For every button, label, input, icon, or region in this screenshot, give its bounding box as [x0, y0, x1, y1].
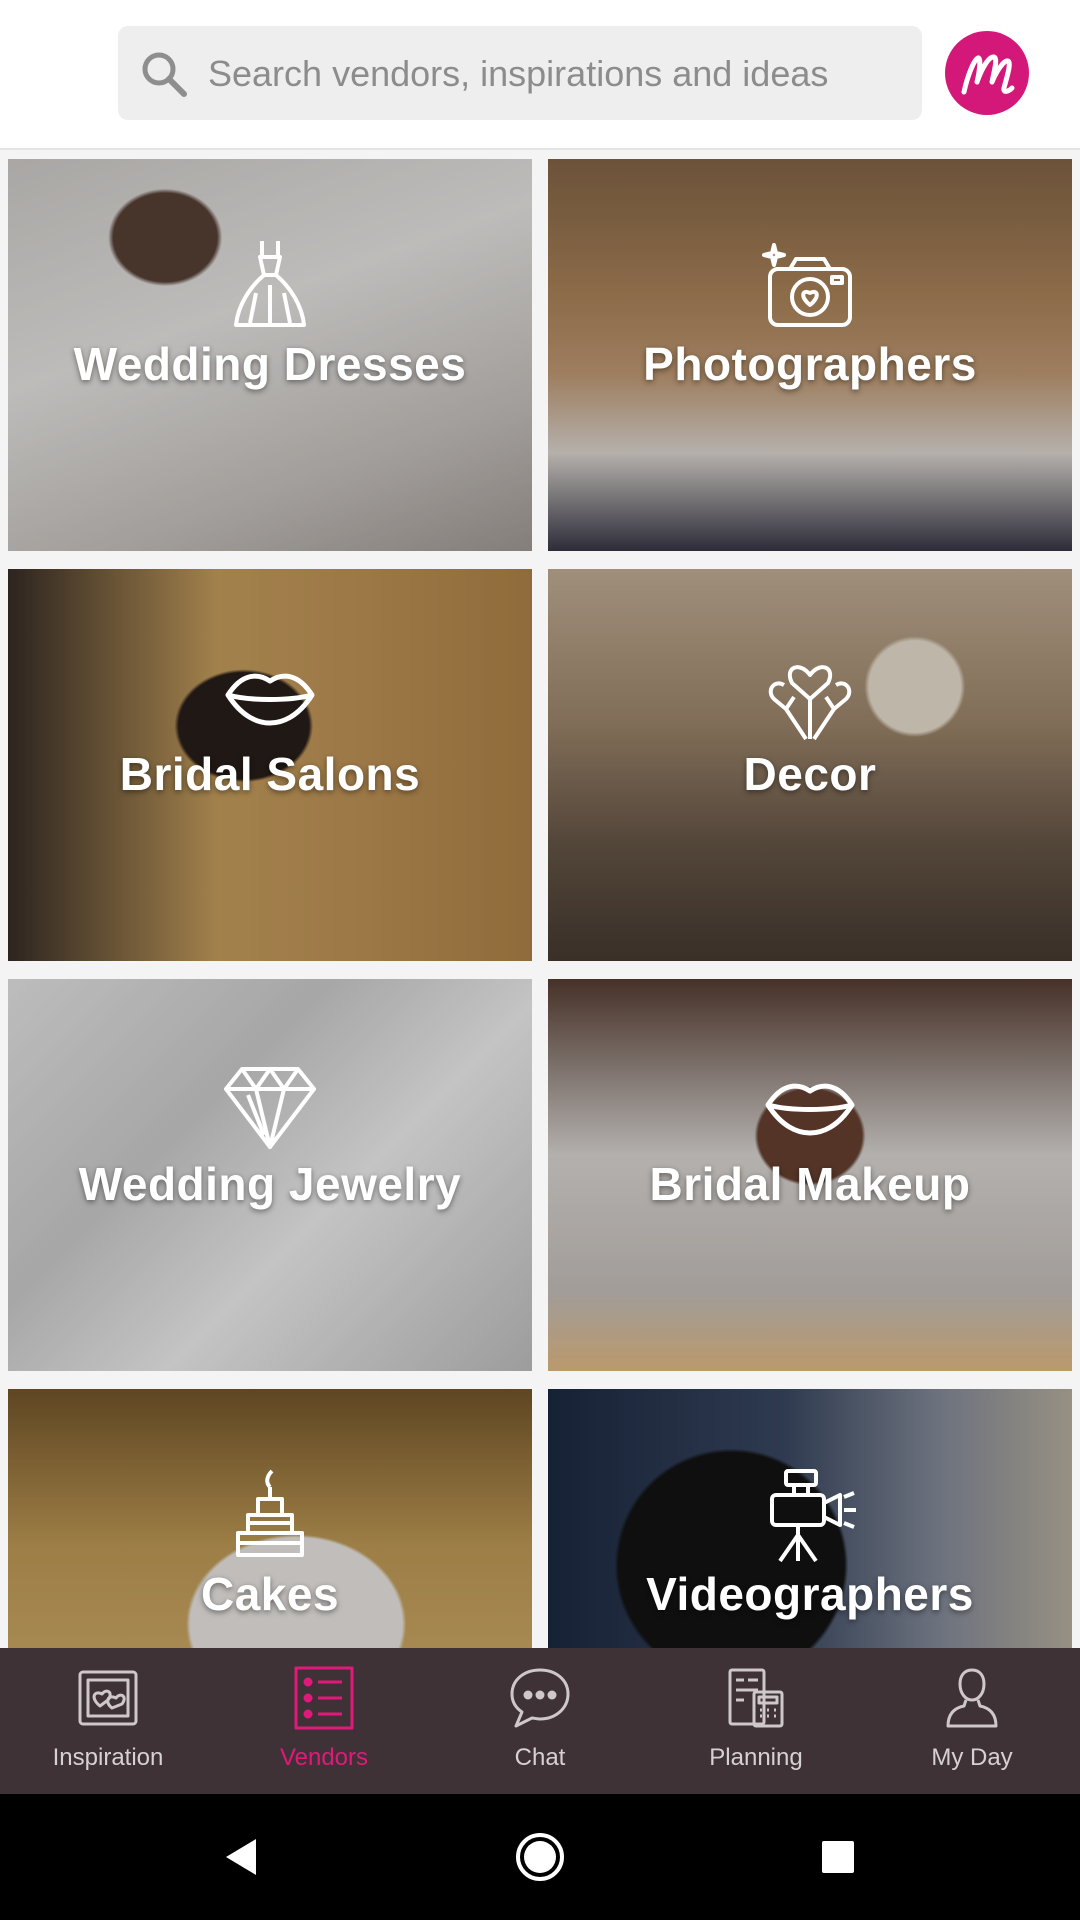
- category-tile-videographers[interactable]: Videographers: [548, 1389, 1072, 1648]
- nav-item-vendors[interactable]: Vendors: [216, 1648, 432, 1794]
- video-camera-icon: [770, 1469, 856, 1563]
- category-tile-photographers[interactable]: Photographers: [548, 159, 1072, 551]
- brand-logo[interactable]: [944, 30, 1030, 116]
- nav-label: My Day: [931, 1744, 1013, 1771]
- category-tile-wedding-jewelry[interactable]: Wedding Jewelry: [8, 979, 532, 1371]
- category-tile-bridal-salons[interactable]: Bridal Salons: [8, 569, 532, 961]
- search-input[interactable]: [206, 26, 910, 122]
- category-tile-cakes[interactable]: Cakes: [8, 1389, 532, 1648]
- search-icon: [142, 52, 187, 97]
- vendors-list-icon: [294, 1666, 354, 1730]
- profile-icon: [946, 1668, 998, 1728]
- category-label: Photographers: [643, 338, 977, 390]
- category-label: Bridal Makeup: [649, 1158, 971, 1210]
- nav-label: Vendors: [279, 1744, 369, 1771]
- camera-icon: [762, 243, 852, 327]
- balloons-icon: [768, 665, 852, 741]
- lips-icon: [225, 673, 315, 726]
- nav-label: Inspiration: [52, 1744, 164, 1771]
- category-label: Wedding Jewelry: [78, 1158, 462, 1210]
- category-tile-wedding-dresses[interactable]: Wedding Dresses: [8, 159, 532, 551]
- recents-icon[interactable]: [808, 1827, 868, 1887]
- dress-icon: [234, 241, 306, 327]
- back-icon[interactable]: [212, 1827, 272, 1887]
- nav-label: Planning: [709, 1744, 803, 1771]
- category-label: Bridal Salons: [119, 748, 421, 800]
- category-tile-bridal-makeup[interactable]: Bridal Makeup: [548, 979, 1072, 1371]
- lips-icon: [765, 1083, 855, 1136]
- home-icon[interactable]: [510, 1827, 570, 1887]
- nav-item-inspiration[interactable]: Inspiration: [0, 1648, 216, 1794]
- nav-item-chat[interactable]: Chat: [432, 1648, 648, 1794]
- category-label: Cakes: [200, 1568, 340, 1620]
- cake-icon: [236, 1469, 304, 1557]
- category-label: Videographers: [646, 1568, 974, 1620]
- diamond-icon: [224, 1067, 316, 1149]
- nav-label: Chat: [514, 1744, 566, 1771]
- top-bar: [0, 0, 1080, 150]
- system-navigation-bar: [0, 1794, 1080, 1920]
- nav-item-my-day[interactable]: My Day: [864, 1648, 1080, 1794]
- planning-icon: [728, 1668, 784, 1728]
- vendor-category-grid: Wedding Dresses Photographers Bridal Sal…: [0, 150, 1080, 1648]
- inspiration-icon: [78, 1670, 138, 1726]
- category-label: Wedding Dresses: [73, 338, 467, 390]
- category-label: Decor: [743, 748, 877, 800]
- chat-icon: [510, 1668, 570, 1728]
- search-bar[interactable]: [118, 26, 922, 122]
- bottom-navigation: Inspiration Vendors Chat Planning My Day: [0, 1648, 1080, 1794]
- nav-item-planning[interactable]: Planning: [648, 1648, 864, 1794]
- category-tile-decor[interactable]: Decor: [548, 569, 1072, 961]
